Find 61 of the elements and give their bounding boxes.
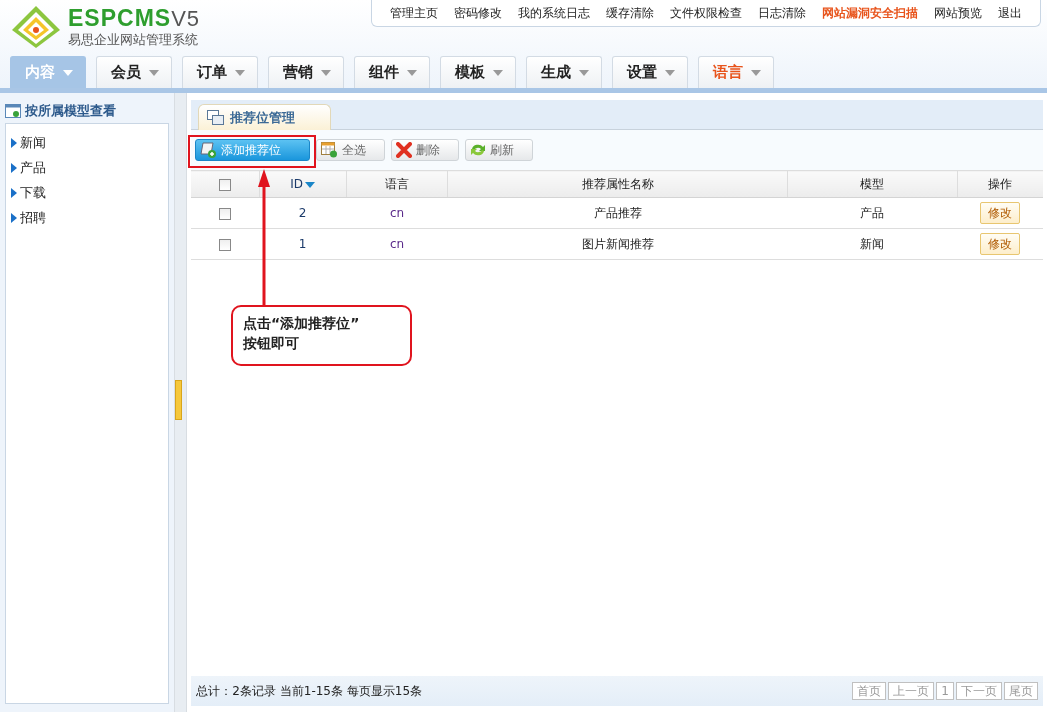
language-cell: cn — [389, 237, 405, 251]
edit-button[interactable]: 修改 — [980, 202, 1020, 224]
language-cell: cn — [389, 206, 405, 220]
panel-tab[interactable]: 推荐位管理 — [198, 104, 332, 130]
top-link[interactable]: 密码修改 — [446, 0, 510, 26]
column-header[interactable]: 语言 — [385, 177, 409, 191]
top-link[interactable]: 退出 — [990, 0, 1030, 26]
name-cell: 图片新闻推荐 — [581, 237, 654, 251]
sidebar-item[interactable]: 招聘 — [11, 205, 164, 230]
top-link[interactable]: 我的系统日志 — [510, 0, 598, 26]
sort-down-icon[interactable] — [305, 181, 315, 188]
menu-tab[interactable]: 设置 — [612, 56, 688, 88]
note-add-icon — [200, 142, 218, 158]
row-checkbox[interactable] — [219, 238, 232, 251]
toolbar-button[interactable]: 删除 — [391, 139, 460, 161]
model-cell: 产品 — [860, 206, 885, 220]
window-icon — [5, 104, 21, 118]
sidebar-item[interactable]: 产品 — [11, 155, 164, 180]
menu-tab[interactable]: 会员 — [96, 56, 172, 88]
sidebar-title: 按所属模型查看 — [25, 102, 116, 121]
top-link[interactable]: 网站预览 — [926, 0, 990, 26]
toolbar-button[interactable]: 全选 — [316, 139, 386, 161]
refresh-icon — [470, 142, 487, 158]
collapse-handle[interactable] — [175, 380, 183, 420]
menu-tab[interactable]: 生成 — [526, 56, 602, 88]
brand-name: ESPCMSV5 — [68, 4, 201, 32]
sidebar-item[interactable]: 下载 — [11, 180, 164, 205]
menu-tab[interactable]: 营销 — [268, 56, 344, 88]
brand-subtitle: 易思企业网站管理系统 — [68, 31, 199, 48]
logo-icon — [10, 4, 62, 48]
page-button: 上一页 — [888, 682, 935, 700]
menu-tab[interactable]: 模板 — [440, 56, 516, 88]
page-button: 1 — [936, 682, 954, 700]
top-link[interactable]: 日志清除 — [750, 0, 814, 26]
table-add-icon — [321, 142, 339, 158]
column-header[interactable]: 模型 — [860, 177, 885, 191]
model-cell: 新闻 — [860, 237, 885, 251]
top-link[interactable]: 管理主页 — [382, 0, 446, 26]
page-button: 下一页 — [956, 682, 1002, 700]
name-cell: 产品推荐 — [593, 206, 642, 220]
sidebar-item[interactable]: 新闻 — [11, 130, 164, 155]
id-cell: 2 — [298, 206, 307, 220]
top-link[interactable]: 网站漏洞安全扫描 — [814, 0, 926, 26]
column-header[interactable]: ID — [290, 177, 303, 191]
page-button: 尾页 — [1004, 682, 1038, 700]
page-button: 首页 — [852, 682, 887, 700]
column-header[interactable]: 操作 — [988, 177, 1013, 191]
top-link[interactable]: 文件权限检查 — [662, 0, 750, 26]
callout-note: 点击“添加推荐位” 按钮即可 — [231, 305, 412, 366]
header-checkbox[interactable] — [219, 178, 231, 191]
toolbar-button[interactable]: 刷新 — [465, 139, 534, 161]
cross-icon — [396, 142, 413, 158]
menu-tab[interactable]: 订单 — [182, 56, 258, 88]
top-link[interactable]: 缓存清除 — [598, 0, 662, 26]
windows-icon — [207, 110, 225, 125]
menu-tab[interactable]: 组件 — [354, 56, 430, 88]
id-cell: 1 — [298, 237, 307, 251]
edit-button[interactable]: 修改 — [980, 233, 1020, 255]
record-summary: 总计：2条记录 当前1-15条 每页显示15条 — [196, 683, 423, 700]
column-header[interactable]: 推荐属性名称 — [581, 177, 654, 191]
row-checkbox[interactable] — [219, 207, 232, 220]
